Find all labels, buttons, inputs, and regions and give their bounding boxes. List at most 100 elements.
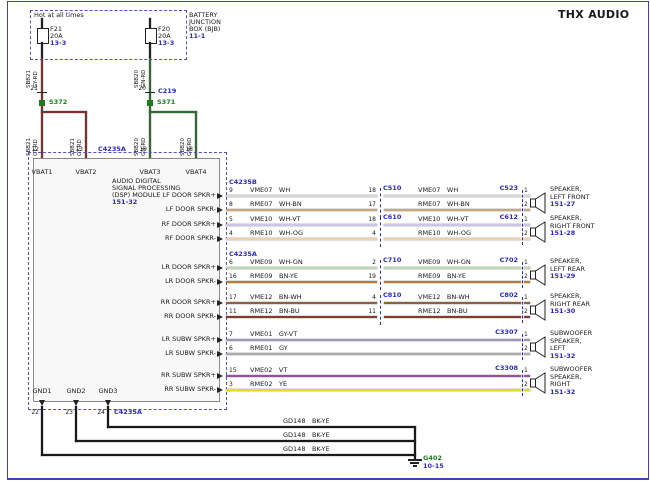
- ground-ref: G402: [423, 455, 442, 462]
- wire: [384, 238, 521, 240]
- pin-number: 5: [229, 216, 233, 223]
- splice-icon: [147, 100, 153, 106]
- wire-label: VME02 VT: [250, 367, 287, 374]
- pin-number: 2: [524, 308, 528, 315]
- wire: [41, 18, 43, 28]
- speaker-connector: [522, 219, 523, 245]
- connector-label: C510: [383, 185, 401, 192]
- splice-label: S372: [49, 99, 67, 106]
- pin-number: 9: [229, 187, 233, 194]
- connector-label: C4235A: [114, 409, 142, 416]
- speaker-label: SUBWOOFER: [550, 366, 592, 373]
- speaker-connector: [522, 262, 523, 288]
- speaker-page-ref: 151-32: [550, 389, 575, 396]
- dsp-module-page-ref: 151-32: [112, 199, 137, 206]
- speaker-label: SPEAKER,: [550, 293, 582, 300]
- inline-connector: [380, 188, 381, 218]
- arrow-right-icon: [217, 373, 223, 379]
- arrow-right-icon: [217, 236, 223, 242]
- arrow-right-icon: [217, 193, 223, 199]
- wire-name-vertical: SBB21: [26, 60, 32, 88]
- wire: [384, 316, 521, 318]
- wire: [384, 195, 521, 197]
- connector-label: C612: [486, 214, 518, 221]
- pin-number: 17: [229, 294, 237, 301]
- connector-label: C802: [486, 292, 518, 299]
- connector-label: C610: [383, 214, 401, 221]
- pin-number: 8: [229, 201, 233, 208]
- speaker-connector: [522, 370, 523, 396]
- speaker-icon: [530, 264, 547, 286]
- module-signal-label: LF DOOR SPKR-: [140, 206, 216, 213]
- wire: [41, 406, 43, 456]
- pin-number: 1: [524, 294, 528, 301]
- connector-label: C810: [383, 292, 401, 299]
- speaker-page-ref: 151-28: [550, 230, 575, 237]
- module-signal-label: RF DOOR SPKR-: [140, 235, 216, 242]
- pin-number: 1: [524, 216, 528, 223]
- wire-label: VME07 WH: [250, 187, 290, 194]
- wire: [226, 238, 377, 240]
- pin-number: 6: [229, 345, 233, 352]
- wire-label: VME01 GY-VT: [250, 331, 297, 338]
- wire: [226, 209, 377, 211]
- wire-color-vertical: GY-RD: [33, 60, 39, 88]
- pin-number: 7: [229, 331, 233, 338]
- pin-number: 18: [352, 187, 376, 194]
- speaker-connector: [522, 297, 523, 323]
- speaker-page-ref: 151-29: [550, 273, 575, 280]
- speaker-label: SPEAKER,: [550, 215, 582, 222]
- pin-number: 1: [524, 367, 528, 374]
- module-pin-label: VBAT3: [134, 169, 166, 176]
- wire: [226, 302, 377, 304]
- wire: [149, 18, 151, 28]
- connector-label: C710: [383, 257, 401, 264]
- wire: [226, 281, 377, 283]
- wire-label: RME12 BN-BU: [418, 308, 468, 315]
- arrow-right-icon: [217, 300, 223, 306]
- ground-bar: [410, 462, 419, 464]
- connector-label: C3307: [486, 329, 518, 336]
- wire-label: RME12 BN-BU: [250, 308, 300, 315]
- connector-label: C702: [486, 257, 518, 264]
- arrow-right-icon: [217, 222, 223, 228]
- speaker-label: RIGHT: [550, 381, 570, 388]
- wire-label: VME09 WH-GN: [250, 259, 303, 266]
- module-signal-label: LR DOOR SPKR-: [140, 278, 216, 285]
- connector-label: C4235B: [229, 179, 257, 186]
- module-signal-label: RR DOOR SPKR-: [140, 313, 216, 320]
- wire-label: VME10 WH-VT: [250, 216, 301, 223]
- pin-number: 11: [352, 308, 376, 315]
- fuse-page-ref: 13-3: [158, 40, 174, 47]
- pin-number: 6: [229, 259, 233, 266]
- wire-label: GD148 BK-YE: [283, 446, 330, 453]
- wire-label: VME07 WH: [418, 187, 458, 194]
- wire: [107, 426, 416, 428]
- splice-icon: [39, 100, 45, 106]
- speaker-page-ref: 151-32: [550, 353, 575, 360]
- wire: [384, 302, 521, 304]
- wire: [226, 389, 521, 391]
- module-pin-label: VBAT1: [26, 169, 58, 176]
- wire: [149, 111, 197, 113]
- fuse-page-ref: 13-3: [50, 40, 66, 47]
- arrow-right-icon: [217, 279, 223, 285]
- module-signal-label: RR SUBW SPKR-: [140, 386, 216, 393]
- wire-label: RME09 BN-YE: [250, 273, 298, 280]
- wire-label: RME09 BN-YE: [418, 273, 466, 280]
- arrow-right-icon: [217, 351, 223, 357]
- module-signal-label: RR SUBW SPKR+: [140, 372, 216, 379]
- wire: [226, 316, 377, 318]
- speaker-label: SPEAKER,: [550, 258, 582, 265]
- pin-number: 2: [524, 381, 528, 388]
- connector-label: C4235A: [229, 251, 257, 258]
- pin-number: 1: [524, 331, 528, 338]
- speaker-icon: [530, 372, 547, 394]
- pin-number: 24: [92, 409, 105, 416]
- pin-number: 15: [229, 367, 237, 374]
- inline-connector: [380, 217, 381, 247]
- module-signal-label: LR SUBW SPKR+: [140, 336, 216, 343]
- module-signal-label: RF DOOR SPKR+: [140, 221, 216, 228]
- pin-number: 4: [352, 294, 376, 301]
- wire-label: RME07 WH-BN: [418, 201, 470, 208]
